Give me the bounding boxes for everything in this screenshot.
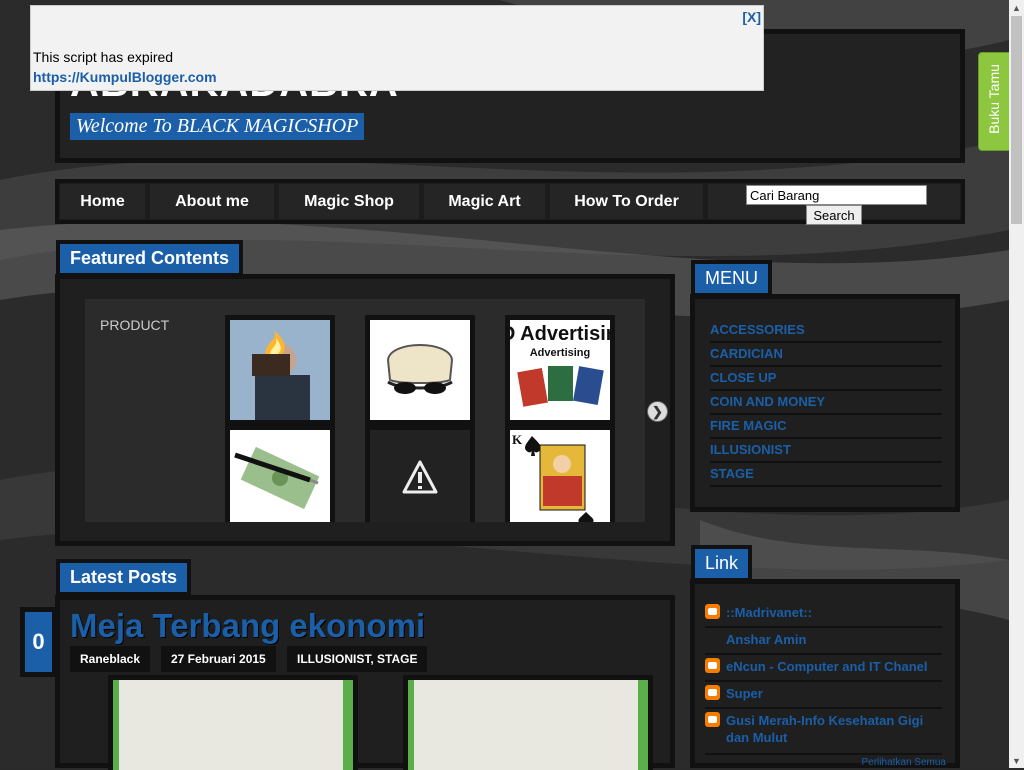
- advertising-text: Advertising: [530, 347, 591, 359]
- slider-next-icon[interactable]: ❯: [648, 402, 667, 421]
- scroll-down-icon[interactable]: ▼: [1009, 753, 1024, 768]
- menu-item-cardician[interactable]: CARDICIAN: [710, 341, 942, 367]
- link-label[interactable]: Super: [726, 685, 941, 702]
- menu-tab: MENU: [695, 264, 768, 293]
- fire-wallet-photo: [230, 320, 330, 420]
- blogger-icon: [705, 658, 720, 673]
- expired-script-popup: [X] This script has expired https://Kump…: [30, 5, 764, 91]
- blogger-icon: [705, 604, 720, 619]
- menu-panel: ACCESSORIES CARDICIAN CLOSE UP COIN AND …: [690, 294, 960, 512]
- link-label[interactable]: ::Madrivanet::: [726, 604, 941, 621]
- post-author[interactable]: Raneblack: [70, 646, 151, 672]
- post-image-left[interactable]: [113, 680, 353, 770]
- scrollbar-thumb[interactable]: [1011, 16, 1022, 224]
- popup-message: This script has expired: [33, 49, 174, 65]
- comment-count-badge[interactable]: 0: [20, 607, 57, 677]
- nav-about-me[interactable]: About me: [150, 184, 274, 219]
- featured-category: PRODUCT: [100, 317, 170, 333]
- main-nav: Home About me Magic Shop Magic Art How T…: [55, 179, 965, 225]
- product-thumb-3d-advertising[interactable]: 3D Advertising Advertising: [510, 320, 610, 420]
- svg-text:K: K: [512, 432, 523, 447]
- spectacles-case-photo: [370, 320, 470, 420]
- menu-item-close-up[interactable]: CLOSE UP: [710, 365, 942, 391]
- link-item-madrivanet[interactable]: ::Madrivanet::: [705, 599, 942, 628]
- 3d-text: 3D Advertising: [510, 323, 610, 345]
- product-thumb-fire-wallet[interactable]: [230, 320, 330, 420]
- link-tab: Link: [695, 549, 749, 578]
- product-thumb-missing[interactable]: [370, 430, 470, 522]
- comment-count: 0: [25, 612, 52, 672]
- post-labels[interactable]: ILLUSIONIST, STAGE: [287, 646, 428, 672]
- product-thumb-spectacles[interactable]: [370, 320, 470, 420]
- link-panel: ::Madrivanet:: Anshar Amin eNcun - Compu…: [690, 579, 960, 768]
- link-item-anshar-amin[interactable]: Anshar Amin: [705, 626, 942, 655]
- featured-panel: PRODUCT 3D Advertising: [55, 274, 675, 546]
- nav-magic-shop[interactable]: Magic Shop: [279, 184, 419, 219]
- nav-magic-art[interactable]: Magic Art: [424, 184, 545, 219]
- link-label[interactable]: Gusi Merah-Info Kesehatan Gigi dan Mulut: [726, 712, 941, 746]
- search-button[interactable]: Search: [806, 205, 862, 225]
- nav-home[interactable]: Home: [60, 184, 145, 219]
- product-thumb-king-spades[interactable]: K: [510, 430, 610, 522]
- guestbook-tab[interactable]: Buku Tamu: [978, 52, 1010, 151]
- menu-item-coin-and-money[interactable]: COIN AND MONEY: [710, 389, 942, 415]
- scroll-up-icon[interactable]: ▲: [1009, 0, 1024, 15]
- menu-item-stage[interactable]: STAGE: [710, 461, 942, 487]
- link-item-encun[interactable]: eNcun - Computer and IT Chanel: [705, 653, 942, 682]
- featured-tab: Featured Contents: [60, 244, 240, 273]
- blogger-icon: [705, 685, 720, 700]
- latest-posts-panel: Meja Terbang ekonomi Raneblack 27 Februa…: [55, 595, 675, 770]
- search-input[interactable]: [746, 185, 927, 205]
- featured-slider: PRODUCT 3D Advertising: [85, 299, 645, 522]
- popup-close-button[interactable]: [X]: [742, 9, 761, 25]
- latest-posts-tab: Latest Posts: [60, 563, 188, 592]
- link-item-gusi-merah[interactable]: Gusi Merah-Info Kesehatan Gigi dan Mulut: [705, 707, 942, 755]
- king-of-spades-card-photo: K: [510, 430, 610, 522]
- warning-icon: [370, 430, 470, 522]
- link-label[interactable]: Anshar Amin: [726, 631, 941, 648]
- link-item-super[interactable]: Super: [705, 680, 942, 709]
- menu-item-illusionist[interactable]: ILLUSIONIST: [710, 437, 942, 463]
- page-scrollbar[interactable]: ▲ ▼: [1009, 0, 1024, 768]
- product-thumb-pen-dollar[interactable]: [230, 430, 330, 522]
- nav-how-to-order[interactable]: How To Order: [550, 184, 703, 219]
- post-date: 27 Februari 2015: [161, 646, 276, 672]
- 3d-advertising-card-photo: 3D Advertising Advertising: [510, 320, 610, 420]
- popup-link[interactable]: https://KumpulBlogger.com: [33, 69, 217, 85]
- blogger-icon: [705, 712, 720, 727]
- pen-through-dollar-photo: [230, 430, 330, 522]
- post-title[interactable]: Meja Terbang ekonomi: [70, 607, 425, 645]
- post-image-right[interactable]: [408, 680, 648, 770]
- menu-item-fire-magic[interactable]: FIRE MAGIC: [710, 413, 942, 439]
- guestbook-label: Buku Tamu: [986, 64, 1002, 134]
- show-all-link[interactable]: Perlihatkan Semua: [862, 757, 947, 768]
- site-description: Welcome To BLACK MAGICSHOP: [70, 113, 365, 140]
- menu-item-accessories[interactable]: ACCESSORIES: [710, 317, 942, 343]
- link-label[interactable]: eNcun - Computer and IT Chanel: [726, 658, 941, 675]
